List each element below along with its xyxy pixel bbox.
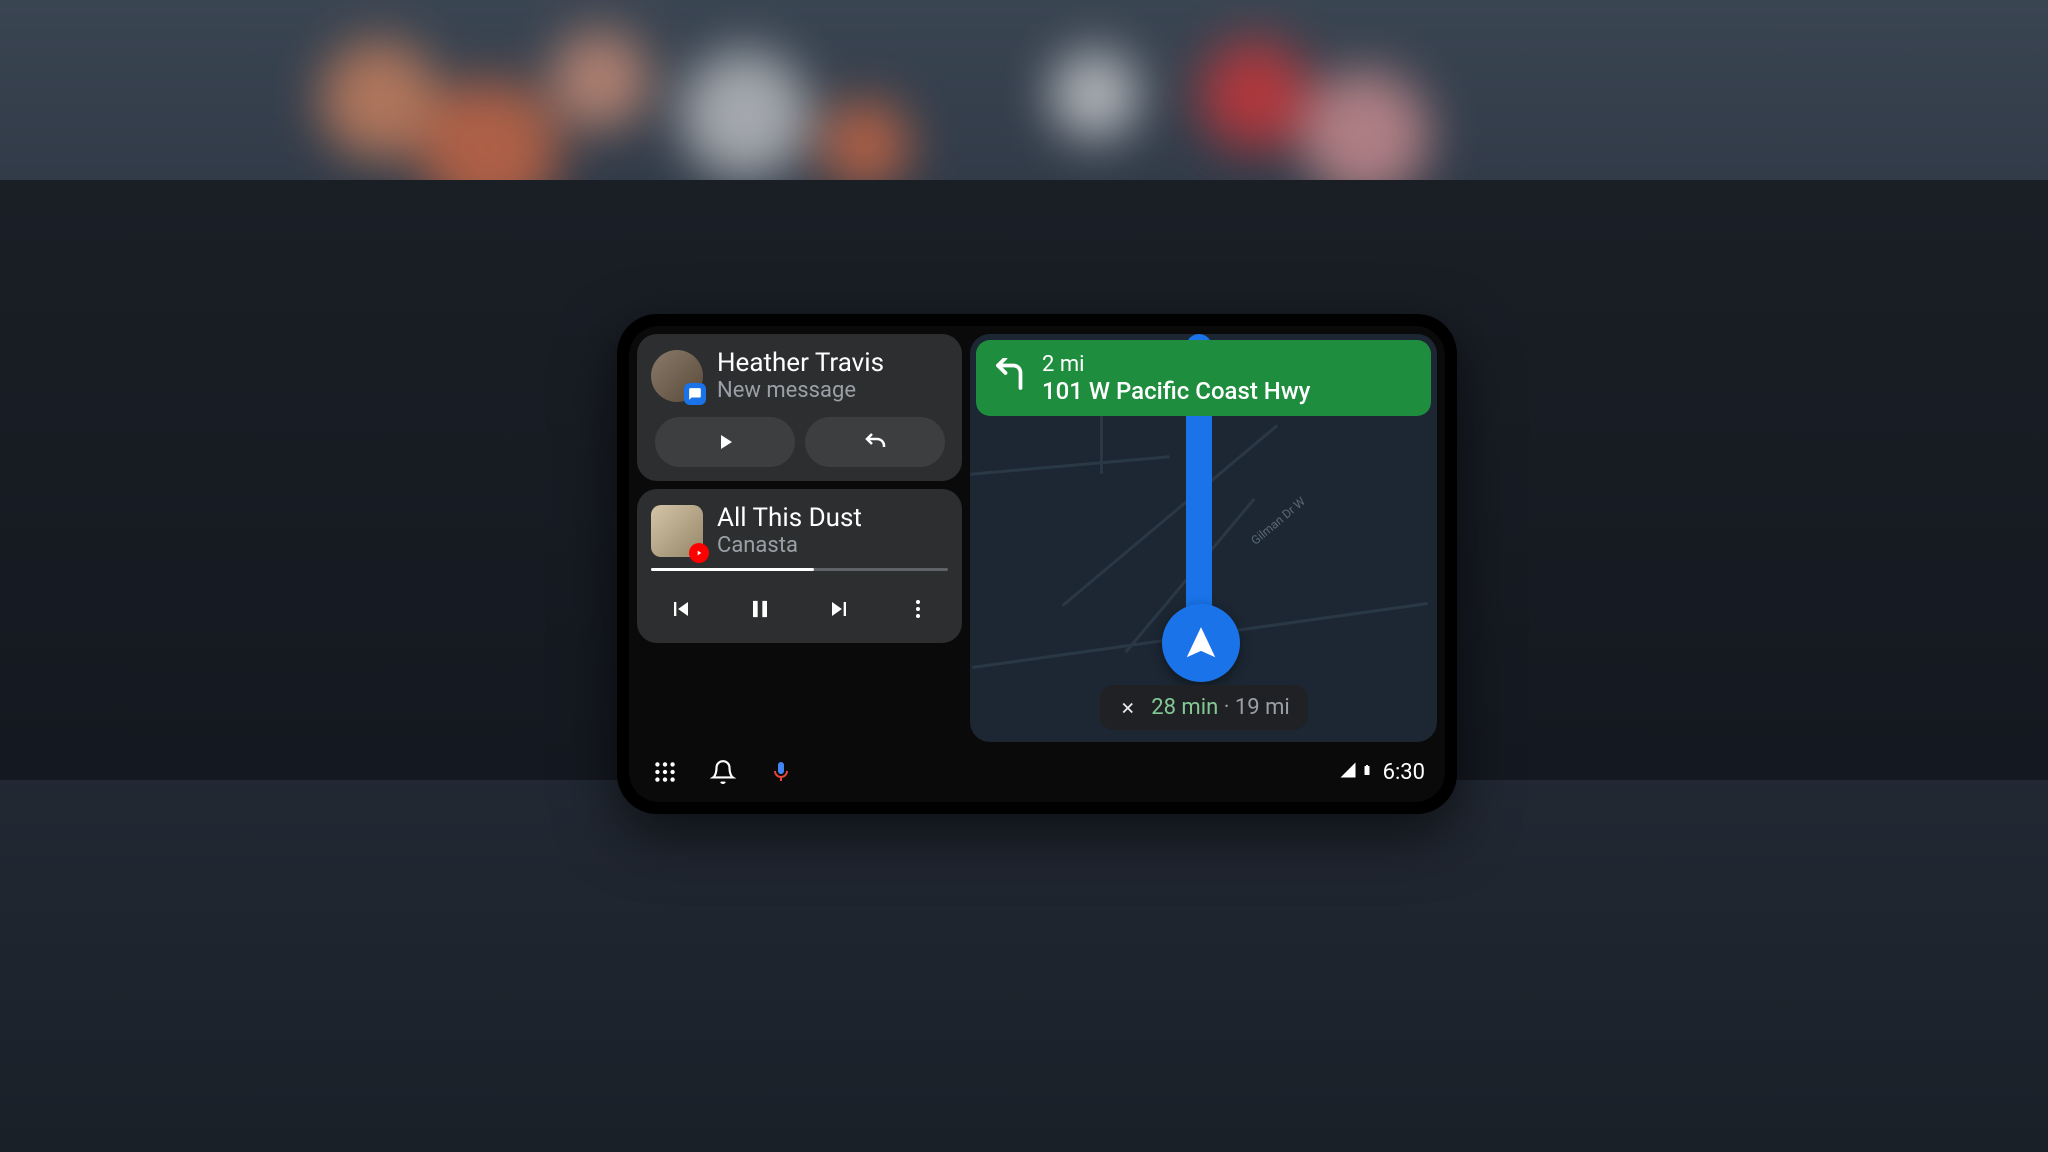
close-icon[interactable] bbox=[1117, 698, 1137, 718]
track-title: All This Dust bbox=[717, 503, 862, 533]
voice-assistant-button[interactable] bbox=[765, 756, 797, 788]
youtube-music-badge bbox=[689, 543, 709, 563]
turn-distance: 2 mi bbox=[1042, 352, 1310, 377]
turn-direction-banner[interactable]: 2 mi 101 W Pacific Coast Hwy bbox=[976, 340, 1431, 416]
contact-avatar bbox=[651, 350, 703, 402]
turn-left-icon bbox=[992, 358, 1028, 398]
pause-button[interactable] bbox=[740, 589, 780, 629]
playback-progress[interactable] bbox=[651, 568, 948, 571]
turn-street-name: 101 W Pacific Coast Hwy bbox=[1042, 377, 1310, 405]
media-player-card[interactable]: All This Dust Canasta bbox=[637, 489, 962, 643]
system-bottom-bar: 6:30 bbox=[629, 742, 1445, 802]
infotainment-display: Heather Travis New message bbox=[617, 314, 1457, 814]
current-position-marker bbox=[1162, 604, 1240, 682]
navigation-map-card[interactable]: Gilman Dr W 2 mi 101 W Pacific Coast H bbox=[970, 334, 1437, 742]
message-subtitle: New message bbox=[717, 378, 884, 403]
cell-signal-icon bbox=[1339, 761, 1357, 783]
artist-name: Canasta bbox=[717, 533, 862, 558]
more-options-button[interactable] bbox=[898, 589, 938, 629]
app-launcher-button[interactable] bbox=[649, 756, 681, 788]
trip-eta: 28 min · 19 mi bbox=[1151, 695, 1290, 720]
album-art bbox=[651, 505, 703, 557]
messages-app-badge bbox=[684, 383, 706, 405]
play-message-button[interactable] bbox=[655, 417, 795, 467]
trip-summary-bar[interactable]: 28 min · 19 mi bbox=[1099, 685, 1308, 730]
next-track-button[interactable] bbox=[819, 589, 859, 629]
message-notification-card[interactable]: Heather Travis New message bbox=[637, 334, 962, 481]
battery-icon bbox=[1361, 761, 1373, 783]
previous-track-button[interactable] bbox=[661, 589, 701, 629]
road-label: Gilman Dr W bbox=[1248, 494, 1308, 547]
reply-message-button[interactable] bbox=[805, 417, 945, 467]
sender-name: Heather Travis bbox=[717, 348, 884, 378]
clock: 6:30 bbox=[1383, 760, 1425, 785]
notifications-button[interactable] bbox=[707, 756, 739, 788]
